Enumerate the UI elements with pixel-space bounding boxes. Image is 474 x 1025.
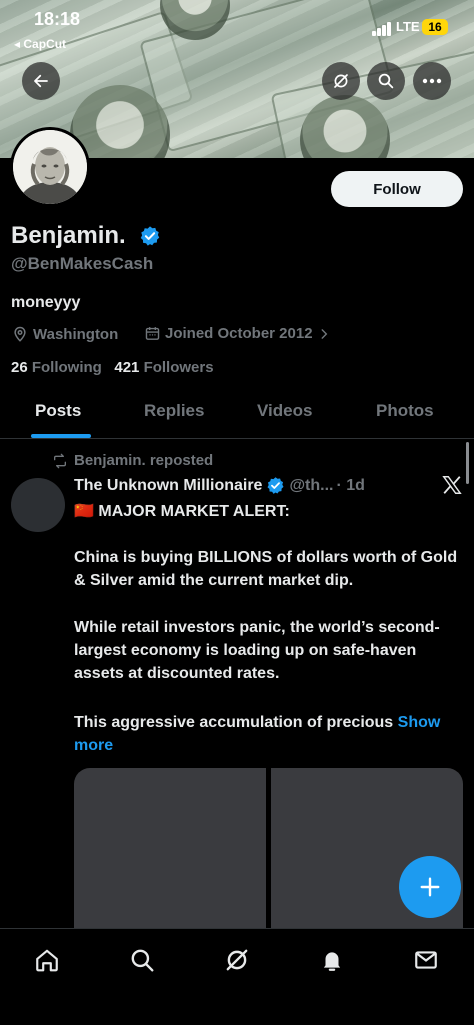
- tab-posts[interactable]: Posts: [35, 401, 81, 421]
- more-button[interactable]: [413, 62, 451, 100]
- followers-count: 421: [114, 359, 140, 376]
- verified-badge-icon[interactable]: [139, 225, 161, 247]
- x-logo-icon: [442, 476, 462, 494]
- grok-icon: [226, 949, 248, 971]
- network-type: LTE: [396, 19, 420, 34]
- following-count: 26: [11, 359, 28, 376]
- grok-icon: [334, 74, 348, 88]
- search-button[interactable]: [367, 62, 405, 100]
- profile-joined[interactable]: Joined October 2012: [144, 325, 331, 342]
- messages-icon: [415, 951, 437, 969]
- post-author-name[interactable]: The Unknown Millionaire: [74, 477, 262, 495]
- followers-label: Followers: [143, 359, 214, 376]
- tab-photos[interactable]: Photos: [376, 401, 434, 421]
- profile-bio: moneyyy: [11, 294, 81, 311]
- joined-text: Joined October 2012: [165, 325, 313, 342]
- search-icon: [131, 949, 154, 972]
- calendar-icon: [145, 327, 160, 340]
- repost-label: Benjamin. reposted: [74, 452, 214, 469]
- repost-icon: [54, 453, 66, 468]
- signal-icon: [372, 22, 394, 36]
- clock: 18:18: [34, 9, 81, 29]
- notifications-icon: [323, 952, 341, 971]
- tab-videos[interactable]: Videos: [257, 401, 312, 421]
- following-link[interactable]: 26 Following: [11, 359, 102, 376]
- tab-replies[interactable]: Replies: [144, 401, 204, 421]
- tabs-divider: [0, 438, 474, 439]
- post-text-paragraph3: This aggressive accumulation of precious…: [74, 711, 466, 757]
- battery-icon: 16: [422, 19, 448, 35]
- arrow-left-icon: [34, 74, 48, 88]
- back-button[interactable]: [22, 62, 60, 100]
- verified-badge-icon: [267, 477, 284, 494]
- search-icon: [378, 73, 394, 89]
- post-text-paragraph1: China is buying BILLIONS of dollars wort…: [74, 549, 458, 589]
- nav-messages[interactable]: [411, 945, 441, 975]
- grok-button[interactable]: [322, 62, 360, 100]
- follow-counts: 26 Following 421 Followers: [11, 359, 214, 376]
- following-label: Following: [31, 359, 102, 376]
- nav-home[interactable]: [32, 945, 62, 975]
- bottom-navigation: [0, 928, 474, 1025]
- home-icon: [36, 949, 58, 972]
- avatar: [13, 130, 87, 204]
- profile-location: Washington: [11, 325, 118, 343]
- repost-indicator[interactable]: Benjamin. reposted: [52, 452, 213, 469]
- post-timestamp[interactable]: · 1d: [337, 477, 365, 495]
- post-header: The Unknown Millionaire @th... · 1d: [74, 476, 365, 495]
- location-pin-icon: [14, 326, 26, 342]
- nav-notifications[interactable]: [317, 945, 347, 975]
- compose-button[interactable]: [399, 856, 461, 918]
- status-bar: 18:18 ◂ CapCut LTE 16: [0, 0, 474, 51]
- follow-button[interactable]: Follow: [331, 171, 463, 207]
- profile-avatar[interactable]: [10, 127, 90, 207]
- post-media-image-1[interactable]: [74, 768, 266, 948]
- post-text-line1: 🇨🇳 MAJOR MARKET ALERT:: [74, 503, 290, 520]
- profile-handle: @BenMakesCash: [11, 254, 154, 273]
- nav-search[interactable]: [127, 945, 157, 975]
- post-text-paragraph2: While retail investors panic, the world’…: [74, 619, 440, 682]
- chevron-right-icon: [321, 328, 327, 339]
- more-icon: [422, 78, 442, 84]
- post-text-truncated: This aggressive accumulation of precious: [74, 714, 394, 731]
- avatar-portrait-image: [13, 130, 87, 204]
- back-to-app-link[interactable]: ◂ CapCut: [14, 37, 66, 51]
- location-text: Washington: [33, 325, 119, 343]
- profile-name: Benjamin.: [11, 222, 126, 249]
- post-author-handle[interactable]: @th...: [289, 477, 333, 495]
- nav-grok[interactable]: [222, 945, 252, 975]
- scrollbar[interactable]: [466, 442, 469, 484]
- followers-link[interactable]: 421 Followers: [114, 359, 213, 376]
- plus-icon: [420, 877, 440, 897]
- post-media-grid[interactable]: [74, 768, 463, 948]
- post-author-avatar[interactable]: [11, 478, 65, 532]
